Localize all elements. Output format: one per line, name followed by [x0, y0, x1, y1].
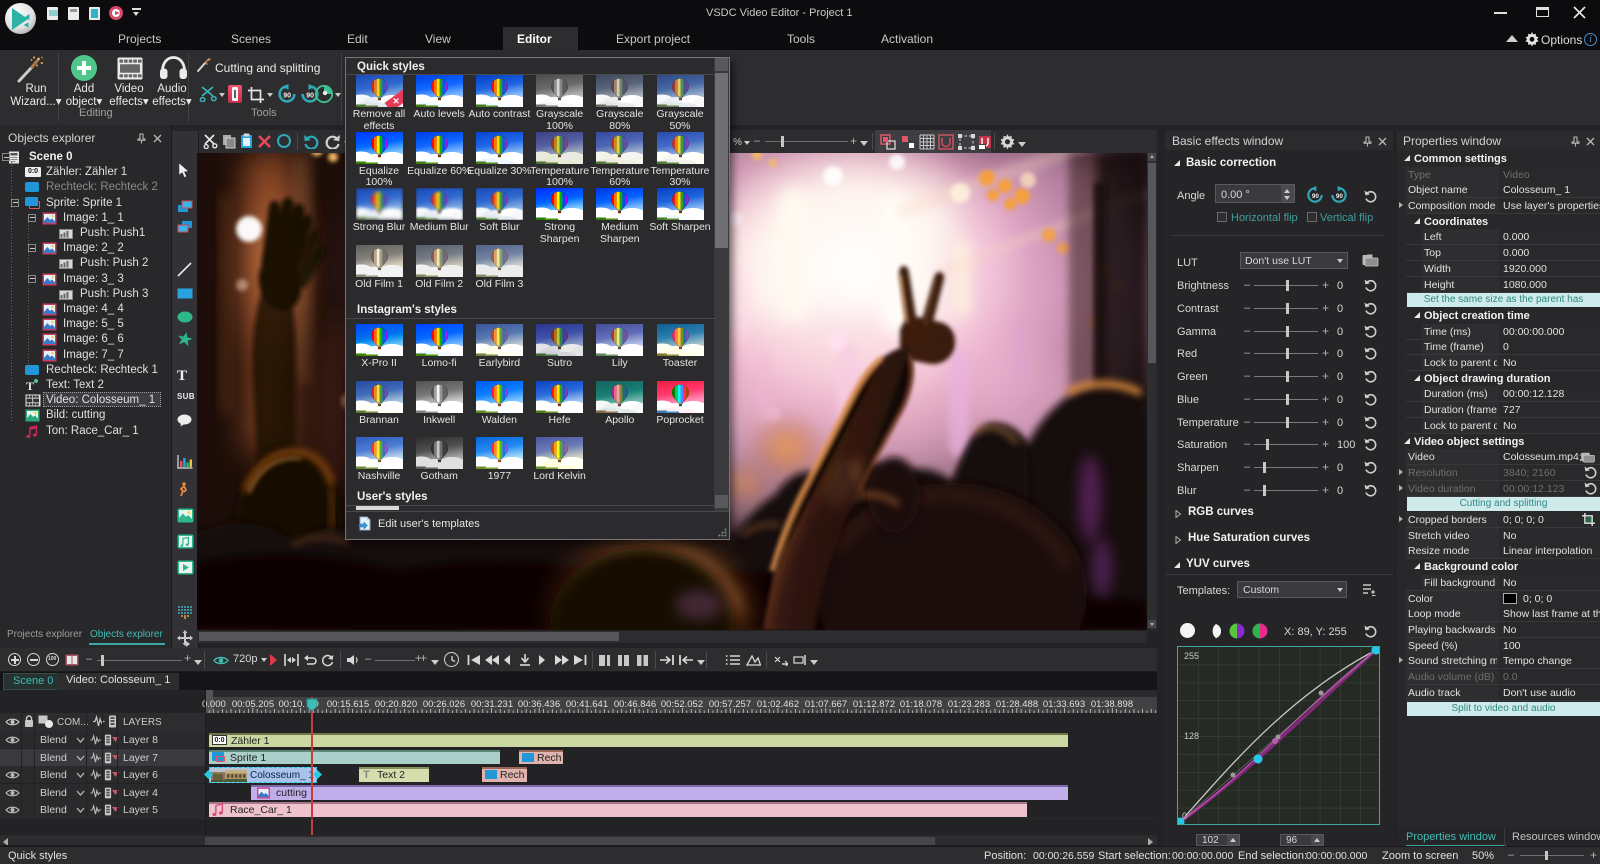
svg-text:90: 90 [306, 93, 314, 100]
svg-text:0: 0 [1182, 811, 1187, 821]
svg-text:255: 255 [1184, 651, 1199, 661]
svg-text:90: 90 [283, 93, 291, 100]
svg-text:90: 90 [1336, 193, 1344, 200]
svg-text:90: 90 [1312, 193, 1320, 200]
svg-text:128: 128 [1184, 731, 1199, 741]
